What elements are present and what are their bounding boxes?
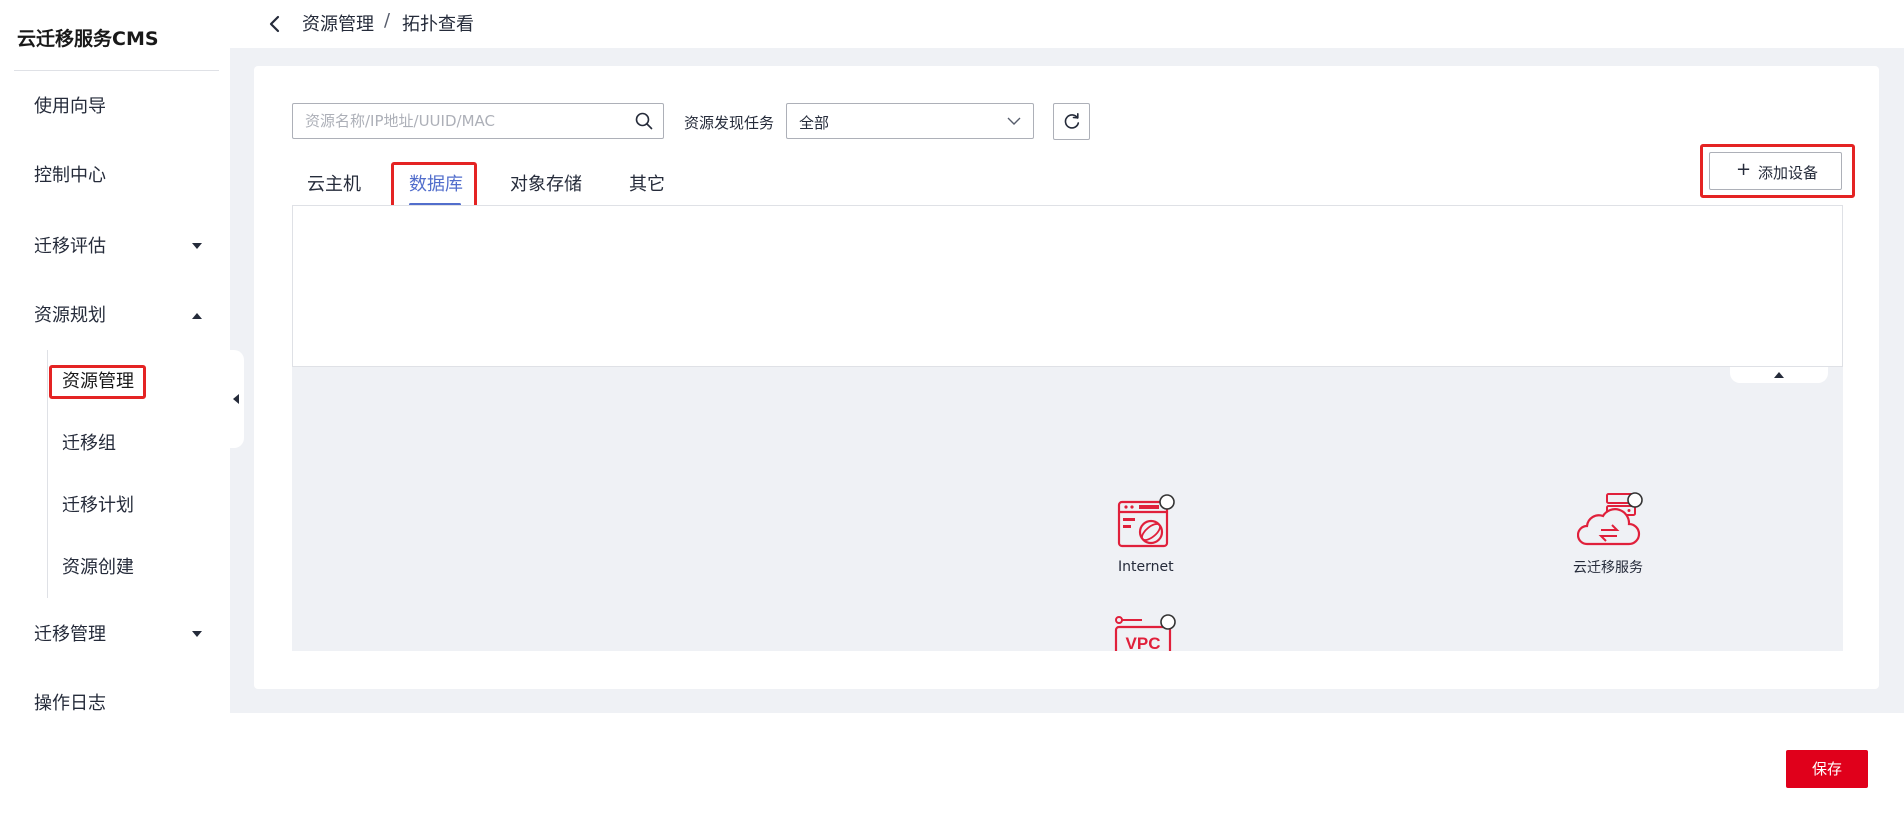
breadcrumb-parent[interactable]: 资源管理 bbox=[302, 10, 374, 36]
chevron-up-icon bbox=[1774, 372, 1784, 378]
discovery-task-value: 全部 bbox=[799, 114, 830, 132]
highlight-box-resource-management bbox=[49, 365, 146, 399]
cloud-migration-node-icon[interactable] bbox=[1577, 492, 1645, 554]
breadcrumb-separator: / bbox=[384, 10, 391, 31]
breadcrumb-current: 拓扑查看 bbox=[402, 14, 474, 35]
internet-node-icon[interactable] bbox=[1115, 494, 1179, 556]
chevron-down-icon bbox=[1007, 117, 1021, 125]
highlight-box-add-device bbox=[1700, 144, 1855, 198]
node-label-internet: Internet bbox=[1118, 559, 1174, 575]
search-icon[interactable] bbox=[635, 112, 653, 130]
sidebar-divider bbox=[14, 70, 219, 71]
back-arrow-icon[interactable] bbox=[268, 14, 282, 34]
submenu-line bbox=[47, 350, 48, 598]
sidebar-item-migration-management[interactable]: 迁移管理 bbox=[34, 620, 106, 650]
footer-bar bbox=[230, 713, 1904, 813]
discovery-task-label: 资源发现任务 bbox=[684, 114, 775, 132]
sidebar-item-control-center[interactable]: 控制中心 bbox=[34, 161, 106, 191]
sidebar-subitem-resource-creation[interactable]: 资源创建 bbox=[62, 553, 134, 583]
chevron-down-icon[interactable] bbox=[192, 243, 202, 249]
chevron-up-icon[interactable] bbox=[192, 313, 202, 319]
tab-cloud-host[interactable]: 云主机 bbox=[307, 170, 361, 196]
chevron-down-icon[interactable] bbox=[192, 631, 202, 637]
topbar bbox=[230, 0, 1904, 48]
tab-other[interactable]: 其它 bbox=[629, 170, 665, 196]
topology-canvas[interactable]: Internet 云迁移服务 VPC bbox=[292, 367, 1843, 651]
refresh-button[interactable] bbox=[1053, 103, 1090, 140]
sidebar: 云迁移服务CMS 使用向导 控制中心 迁移评估 资源规划 资源管理 迁移组 迁移… bbox=[0, 0, 230, 813]
sidebar-item-operation-log[interactable]: 操作日志 bbox=[34, 689, 106, 719]
vpc-node-icon[interactable]: VPC bbox=[1112, 613, 1176, 651]
topology-collapse-toggle[interactable] bbox=[1730, 367, 1828, 383]
tab-object-storage[interactable]: 对象存储 bbox=[510, 170, 582, 196]
sidebar-title: 云迁移服务CMS bbox=[17, 28, 159, 50]
discovery-task-select[interactable]: 全部 bbox=[786, 103, 1034, 139]
save-button[interactable]: 保存 bbox=[1786, 750, 1868, 788]
sidebar-collapse-handle[interactable] bbox=[228, 350, 244, 448]
resource-list-area bbox=[292, 205, 1843, 367]
sidebar-item-migration-assessment[interactable]: 迁移评估 bbox=[34, 232, 106, 262]
sidebar-subitem-migration-plan[interactable]: 迁移计划 bbox=[62, 491, 134, 521]
sidebar-item-resource-planning[interactable]: 资源规划 bbox=[34, 301, 106, 331]
sidebar-item-guide[interactable]: 使用向导 bbox=[34, 92, 106, 122]
sidebar-subitem-migration-group[interactable]: 迁移组 bbox=[62, 429, 116, 459]
vpc-node-text: VPC bbox=[1126, 634, 1161, 651]
search-input[interactable] bbox=[293, 104, 625, 138]
refresh-icon bbox=[1064, 113, 1080, 129]
chevron-left-icon bbox=[233, 394, 239, 404]
node-label-cloud-migration: 云迁移服务 bbox=[1573, 560, 1643, 576]
search-box bbox=[292, 103, 664, 139]
